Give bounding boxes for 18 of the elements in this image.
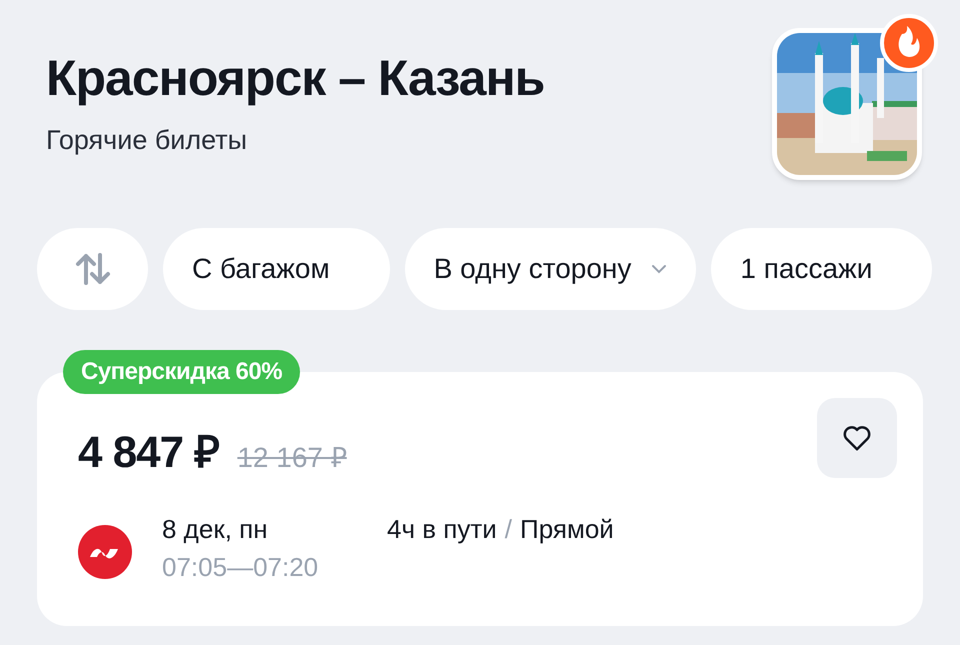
price: 4 847 ₽ [78,427,220,479]
swap-icon [74,252,110,286]
filter-chip[interactable]: С багажом [163,228,390,310]
flight-times: 07:05—07:20 [162,551,320,584]
flight-type: Прямой [520,513,614,546]
subtitle: Горячие билеты [46,124,248,157]
old-price: 12 167 ₽ [237,441,347,475]
airline-logo-icon [78,525,132,579]
discount-badge: Суперскидка 60% [63,350,300,394]
flight-date: 8 дек, пн [162,513,269,546]
flight-duration: 4ч в пути [387,513,497,546]
favorite-button[interactable] [817,398,897,478]
page-title: Красноярск – Казань [46,49,544,108]
filter-chip[interactable]: 1 пассажи [711,228,932,310]
heart-icon [842,424,872,452]
separator: / [504,513,512,546]
chevron-down-icon [651,264,668,274]
dropdown-chip[interactable]: В одну сторону [404,228,696,310]
